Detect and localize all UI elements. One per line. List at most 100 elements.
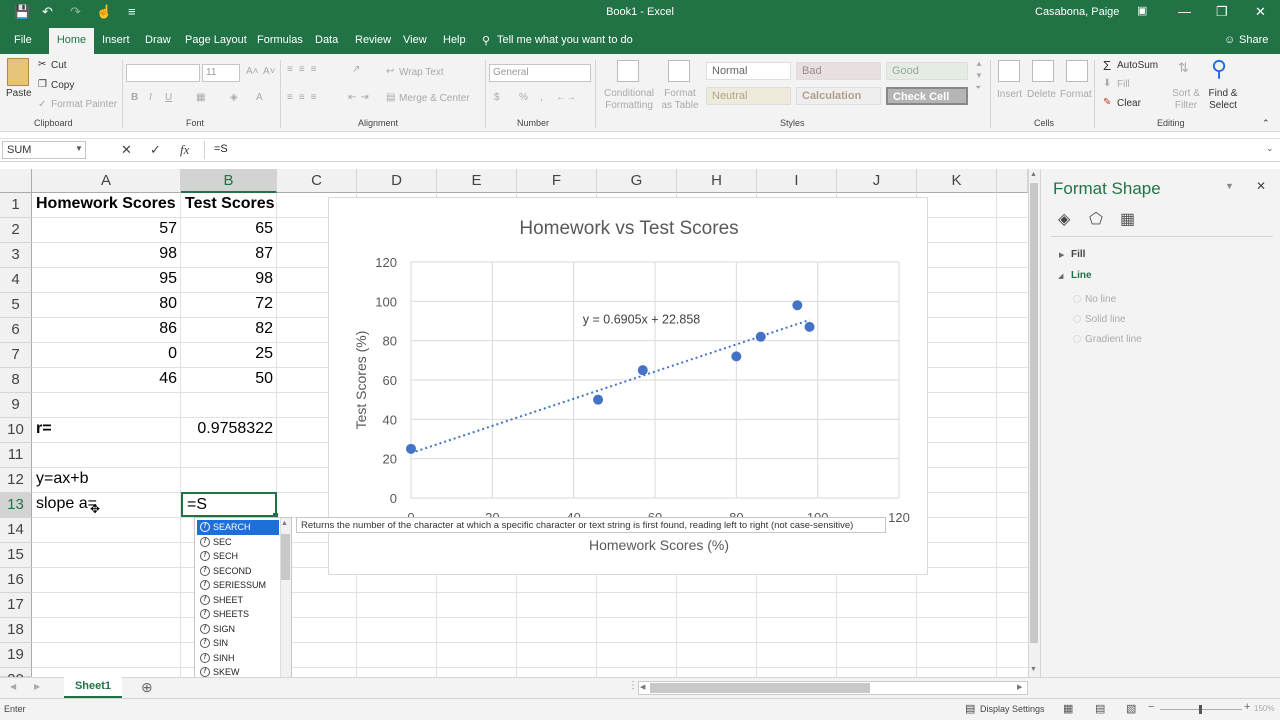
function-autocomplete-list[interactable]: f SEARCH f SEC f SECH f SECOND f SERIESSUM f SHEET f… (194, 517, 292, 692)
effects-pentagon-icon[interactable]: ⬠ (1089, 209, 1103, 229)
paste-button[interactable]: Paste (6, 88, 32, 99)
sheet-split-icon[interactable]: ⋮ (628, 680, 638, 691)
row-header[interactable]: 19 (0, 643, 32, 668)
zoom-out-icon[interactable]: − (1148, 701, 1154, 713)
row-header[interactable]: 5 (0, 293, 32, 318)
font-color-button[interactable]: A (256, 92, 263, 103)
select-all-corner[interactable] (0, 169, 32, 193)
format-cells-button[interactable]: Format (1060, 89, 1092, 100)
scroll-left-icon[interactable]: ◀ (640, 683, 645, 691)
enter-icon[interactable]: ✓ (150, 142, 161, 158)
tab-data[interactable]: Data (315, 34, 338, 46)
gradient-line-radio[interactable] (1073, 335, 1081, 343)
cell-B6[interactable]: 82 (181, 318, 277, 343)
normal-view-icon[interactable]: ▦ (1063, 702, 1073, 715)
format-painter-button[interactable]: Format Painter (51, 99, 117, 110)
scroll-right-icon[interactable]: ▶ (1017, 683, 1022, 691)
collapse-ribbon-icon[interactable]: ⌃ (1262, 118, 1270, 129)
insert-function-icon[interactable]: fx (180, 142, 189, 158)
wrap-text-button[interactable]: Wrap Text (399, 67, 444, 78)
shrink-font-button[interactable]: A˅ (263, 66, 276, 77)
autocomplete-item[interactable]: f SHEET (197, 593, 279, 608)
find-select-button[interactable]: Find & Select (1204, 88, 1242, 112)
tab-insert[interactable]: Insert (102, 34, 130, 46)
line-section[interactable]: Line (1071, 270, 1092, 281)
row-header[interactable]: 1 (0, 193, 32, 218)
cell-B7[interactable]: 25 (181, 343, 277, 368)
page-layout-view-icon[interactable]: ▤ (1095, 702, 1105, 715)
tell-me-box[interactable]: Tell me what you want to do (497, 34, 633, 46)
cell-B13-active[interactable]: =S (181, 492, 277, 517)
autocomplete-item[interactable]: f SHEETS (197, 607, 279, 622)
decimal-icons[interactable]: ←→ (556, 92, 576, 103)
copy-button[interactable]: Copy (51, 80, 74, 91)
tab-view[interactable]: View (403, 34, 427, 46)
align-top-icons[interactable]: ≡≡≡ (287, 64, 323, 75)
delete-cells-button[interactable]: Delete (1027, 89, 1056, 100)
cell-A13[interactable]: slope a= (32, 493, 181, 518)
user-name[interactable]: Casabona, Paige (1035, 6, 1119, 18)
new-sheet-icon[interactable]: ⊕ (141, 679, 153, 696)
share-button[interactable]: Share (1239, 34, 1268, 46)
pane-options-icon[interactable]: ▼ (1225, 181, 1234, 191)
zoom-slider-thumb[interactable] (1199, 705, 1202, 714)
tab-file[interactable]: File (14, 34, 32, 46)
cell-B2[interactable]: 65 (181, 218, 277, 243)
tab-home[interactable]: Home (49, 28, 94, 54)
cell-A12[interactable]: y=ax+b (32, 468, 181, 493)
scroll-down-icon[interactable]: ▼ (1030, 666, 1037, 673)
autocomplete-item[interactable]: f SIGN (197, 622, 279, 637)
cell-A2[interactable]: 57 (32, 218, 181, 243)
indent-icons[interactable]: ⇤⇥ (348, 92, 373, 103)
cell-A4[interactable]: 95 (32, 268, 181, 293)
row-header[interactable]: 8 (0, 368, 32, 393)
row-header[interactable]: 2 (0, 218, 32, 243)
tab-review[interactable]: Review (355, 34, 391, 46)
fill-expand-icon[interactable]: ▶ (1059, 251, 1064, 259)
horizontal-scroll-thumb[interactable] (650, 683, 870, 693)
style-good[interactable]: Good (886, 62, 968, 80)
style-neutral[interactable]: Neutral (706, 87, 791, 105)
clear-button[interactable]: Clear (1117, 98, 1141, 109)
tab-help[interactable]: Help (443, 34, 466, 46)
formula-input[interactable]: =S (214, 143, 228, 155)
x-axis-title[interactable]: Homework Scores (%) (589, 537, 729, 553)
align-left-icons[interactable]: ≡≡≡ (287, 92, 323, 103)
zoom-level[interactable]: 150% (1254, 704, 1274, 713)
row-header[interactable]: 12 (0, 468, 32, 493)
column-header[interactable]: A (32, 169, 181, 193)
column-header[interactable]: G (597, 169, 677, 193)
cut-button[interactable]: Cut (51, 60, 67, 71)
cell-B3[interactable]: 87 (181, 243, 277, 268)
font-size-box[interactable]: 11 (202, 64, 240, 82)
cell-B1[interactable]: Test Scores (181, 193, 277, 218)
cancel-icon[interactable]: ✕ (121, 142, 132, 158)
sheet-tab-sheet1[interactable]: Sheet1 (64, 677, 122, 698)
cell-B4[interactable]: 98 (181, 268, 277, 293)
column-header[interactable]: C (277, 169, 357, 193)
close-icon[interactable]: ✕ (1255, 4, 1266, 20)
column-header[interactable]: H (677, 169, 757, 193)
autocomplete-item[interactable]: f SECH (197, 549, 279, 564)
row-header[interactable]: 15 (0, 543, 32, 568)
cell-A3[interactable]: 98 (32, 243, 181, 268)
column-header[interactable]: I (757, 169, 837, 193)
trendline-equation[interactable]: y = 0.6905x + 22.858 (583, 312, 701, 326)
display-settings-button[interactable]: Display Settings (980, 704, 1045, 714)
grow-font-button[interactable]: A˄ (246, 66, 259, 77)
name-box-dropdown-icon[interactable]: ▼ (75, 144, 83, 153)
style-normal[interactable]: Normal (706, 62, 791, 80)
name-box[interactable]: SUM (2, 141, 86, 159)
italic-button[interactable]: I (149, 92, 152, 103)
insert-cells-button[interactable]: Insert (997, 89, 1022, 100)
cell-A6[interactable]: 86 (32, 318, 181, 343)
style-check-cell[interactable]: Check Cell (886, 87, 968, 105)
font-name-box[interactable] (126, 64, 200, 82)
size-properties-icon[interactable]: ▦ (1120, 209, 1135, 229)
row-header[interactable]: 20 (0, 668, 32, 688)
column-header[interactable]: K (917, 169, 997, 193)
minimize-icon[interactable]: — (1178, 4, 1191, 19)
cell-A5[interactable]: 80 (32, 293, 181, 318)
comma-button[interactable]: , (540, 92, 543, 103)
row-header[interactable]: 9 (0, 393, 32, 418)
